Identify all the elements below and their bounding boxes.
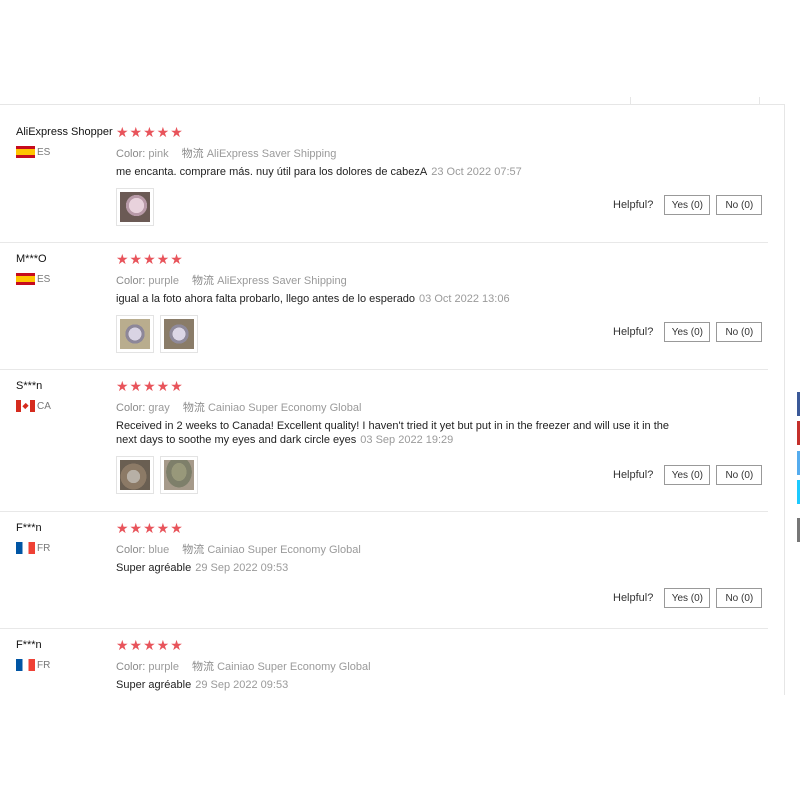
reviewer-country: FR <box>16 542 50 554</box>
helpful-vote: Helpful? Yes (0) No (0) <box>613 465 763 485</box>
shipping-key: 物流 <box>182 544 205 556</box>
shipping-key: 物流 <box>192 661 215 673</box>
helpful-label: Helpful? <box>613 469 654 481</box>
color-value: blue <box>148 544 170 556</box>
shipping-value: AliExpress Saver Shipping <box>206 148 337 160</box>
review-date: 03 Sep 2022 19:29 <box>360 434 454 446</box>
review-text-block: me encanta. comprare más. nuy útil para … <box>116 165 696 179</box>
review-photos <box>116 456 198 494</box>
review-meta: Color: purple 物流 Cainiao Super Economy G… <box>116 658 371 674</box>
reviewer-name: S***n <box>16 380 43 392</box>
review-date: 23 Oct 2022 07:57 <box>431 166 522 178</box>
color-key: Color: <box>116 275 146 287</box>
reviewer-name: M***O <box>16 253 47 265</box>
color-value: purple <box>148 275 179 287</box>
reviewer-country: FR <box>16 659 50 671</box>
reviews-panel: AliExpress Shopper ES ★★★★★ Color: pink … <box>0 104 785 695</box>
review-divider <box>0 242 768 243</box>
shipping-key: 物流 <box>192 275 215 287</box>
review-date: 29 Sep 2022 09:53 <box>195 679 289 691</box>
reviewer-name: AliExpress Shopper <box>16 126 113 138</box>
review-photo[interactable] <box>160 456 198 494</box>
helpful-no-button[interactable]: No (0) <box>716 195 763 215</box>
review-photo[interactable] <box>116 315 154 353</box>
helpful-yes-button[interactable]: Yes (0) <box>664 195 711 215</box>
review-text: Super agréable <box>116 679 192 691</box>
shipping-value: Cainiao Super Economy Global <box>207 544 361 556</box>
shipping-key: 物流 <box>182 402 205 414</box>
review-text: igual a la foto ahora falta probarlo, ll… <box>116 293 416 305</box>
shipping-value: AliExpress Saver Shipping <box>217 275 347 287</box>
star-rating: ★★★★★ <box>116 637 184 653</box>
helpful-vote: Helpful? Yes (0) No (0) <box>613 588 763 608</box>
review-photos <box>116 315 198 353</box>
review-date: 29 Sep 2022 09:53 <box>195 562 289 574</box>
color-key: Color: <box>116 402 146 414</box>
color-value: pink <box>148 148 169 160</box>
review-divider <box>0 511 768 512</box>
color-key: Color: <box>116 544 146 556</box>
country-code: FR <box>37 542 51 554</box>
review-meta: Color: blue 物流 Cainiao Super Economy Glo… <box>116 541 361 557</box>
review-photo[interactable] <box>160 315 198 353</box>
review-text-block: Super agréable 29 Sep 2022 09:53 <box>116 561 696 575</box>
review-date: 03 Oct 2022 13:06 <box>419 293 510 305</box>
review-meta: Color: gray 物流 Cainiao Super Economy Glo… <box>116 399 361 415</box>
review-photos <box>116 188 154 226</box>
shipping-key: 物流 <box>181 148 204 160</box>
shipping-value: Cainiao Super Economy Global <box>217 661 371 673</box>
helpful-yes-button[interactable]: Yes (0) <box>664 588 711 608</box>
helpful-yes-button[interactable]: Yes (0) <box>664 322 711 342</box>
spain-flag-icon <box>16 146 35 158</box>
review-meta: Color: purple 物流 AliExpress Saver Shippi… <box>116 272 347 288</box>
canada-flag-icon <box>16 400 35 412</box>
review-photo[interactable] <box>116 456 154 494</box>
shipping-value: Cainiao Super Economy Global <box>207 402 362 414</box>
star-rating: ★★★★★ <box>116 251 184 267</box>
helpful-label: Helpful? <box>613 592 654 604</box>
review-meta: Color: pink 物流 AliExpress Saver Shipping <box>116 145 336 161</box>
star-rating: ★★★★★ <box>116 378 184 394</box>
country-code: ES <box>37 146 51 158</box>
helpful-yes-button[interactable]: Yes (0) <box>664 465 711 485</box>
review-text: me encanta. comprare más. nuy útil para … <box>116 166 428 178</box>
star-rating: ★★★★★ <box>116 124 184 140</box>
helpful-vote: Helpful? Yes (0) No (0) <box>613 322 763 342</box>
spain-flag-icon <box>16 273 35 285</box>
france-flag-icon <box>16 542 35 554</box>
helpful-no-button[interactable]: No (0) <box>716 465 763 485</box>
review-text-block: Received in 2 weeks to Canada! Excellent… <box>116 419 691 447</box>
review-text-block: igual a la foto ahora falta probarlo, ll… <box>116 292 696 306</box>
reviewer-country: CA <box>16 400 51 412</box>
helpful-no-button[interactable]: No (0) <box>716 322 763 342</box>
helpful-label: Helpful? <box>613 326 654 338</box>
country-code: CA <box>37 400 51 412</box>
review-divider <box>0 628 768 629</box>
france-flag-icon <box>16 659 35 671</box>
reviewer-country: ES <box>16 146 50 158</box>
review-divider <box>0 369 768 370</box>
review-text: Super agréable <box>116 562 192 574</box>
helpful-no-button[interactable]: No (0) <box>716 588 763 608</box>
country-code: ES <box>37 273 51 285</box>
reviewer-name: F***n <box>16 639 42 651</box>
color-value: gray <box>148 402 170 414</box>
country-code: FR <box>37 659 51 671</box>
helpful-vote: Helpful? Yes (0) No (0) <box>613 195 763 215</box>
star-rating: ★★★★★ <box>116 520 184 536</box>
reviewer-name: F***n <box>16 522 42 534</box>
color-key: Color: <box>116 148 146 160</box>
helpful-label: Helpful? <box>613 199 654 211</box>
color-value: purple <box>148 661 179 673</box>
review-photo[interactable] <box>116 188 154 226</box>
color-key: Color: <box>116 661 146 673</box>
reviewer-country: ES <box>16 273 50 285</box>
review-text-block: Super agréable 29 Sep 2022 09:53 <box>116 678 696 692</box>
